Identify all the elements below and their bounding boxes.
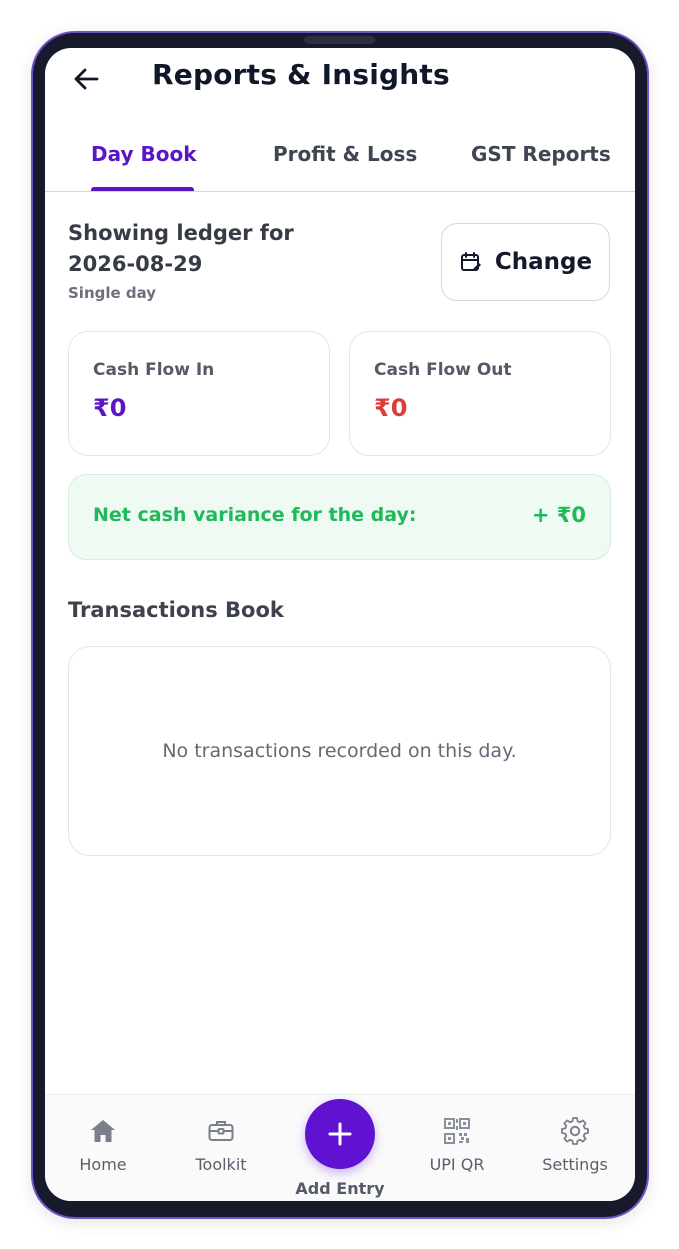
bottom-navigation: Home Toolkit Add Entry UPI QR Settings <box>45 1094 635 1201</box>
net-variance-banner: Net cash variance for the day: + ₹0 <box>68 474 611 560</box>
nav-settings[interactable]: Settings <box>525 1115 625 1174</box>
cash-flow-in-label: Cash Flow In <box>93 360 215 380</box>
cash-flow-out-label: Cash Flow Out <box>374 360 512 380</box>
page-title: Reports & Insights <box>152 58 450 91</box>
tab-profit-loss[interactable]: Profit & Loss <box>273 142 417 166</box>
back-button[interactable] <box>69 62 103 96</box>
tab-gst-reports[interactable]: GST Reports <box>471 142 611 166</box>
cash-flow-out-card: Cash Flow Out ₹0 <box>349 331 611 456</box>
qr-code-icon <box>444 1118 470 1144</box>
nav-toolkit[interactable]: Toolkit <box>171 1115 271 1174</box>
nav-upi-qr[interactable]: UPI QR <box>407 1115 507 1174</box>
net-variance-label: Net cash variance for the day: <box>93 504 417 526</box>
nav-settings-label: Settings <box>542 1155 608 1174</box>
add-entry-button[interactable] <box>305 1099 375 1169</box>
app-header: Reports & Insights <box>45 48 635 108</box>
calendar-edit-icon <box>460 252 481 271</box>
net-variance-value: + ₹0 <box>531 503 586 527</box>
cash-flow-in-card: Cash Flow In ₹0 <box>68 331 330 456</box>
nav-upi-qr-label: UPI QR <box>429 1155 485 1174</box>
briefcase-icon <box>208 1121 234 1141</box>
nav-toolkit-label: Toolkit <box>195 1155 247 1174</box>
plus-icon <box>328 1122 352 1146</box>
cash-flow-in-value: ₹0 <box>93 394 127 422</box>
nav-home[interactable]: Home <box>53 1115 153 1174</box>
app-screen: Reports & Insights Day Book Profit & Los… <box>45 48 635 1201</box>
change-button-label: Change <box>494 249 593 275</box>
ledger-title: Showing ledger for 2026-08-29 <box>68 221 294 276</box>
ledger-range-label: Single day <box>68 284 157 302</box>
transactions-list: No transactions recorded on this day. <box>68 646 611 856</box>
phone-notch <box>304 36 375 44</box>
nav-home-label: Home <box>79 1155 127 1174</box>
gear-icon <box>561 1117 589 1145</box>
home-icon <box>91 1120 115 1142</box>
arrow-left-icon <box>74 68 99 90</box>
transactions-heading: Transactions Book <box>68 598 284 622</box>
cash-flow-out-value: ₹0 <box>374 394 408 422</box>
report-tabs: Day Book Profit & Loss GST Reports <box>45 132 635 192</box>
change-date-button[interactable]: Change <box>441 223 610 301</box>
empty-state-message: No transactions recorded on this day. <box>162 740 517 762</box>
tab-day-book[interactable]: Day Book <box>91 142 197 166</box>
add-entry-label: Add Entry <box>295 1179 385 1198</box>
active-tab-indicator <box>91 187 194 191</box>
